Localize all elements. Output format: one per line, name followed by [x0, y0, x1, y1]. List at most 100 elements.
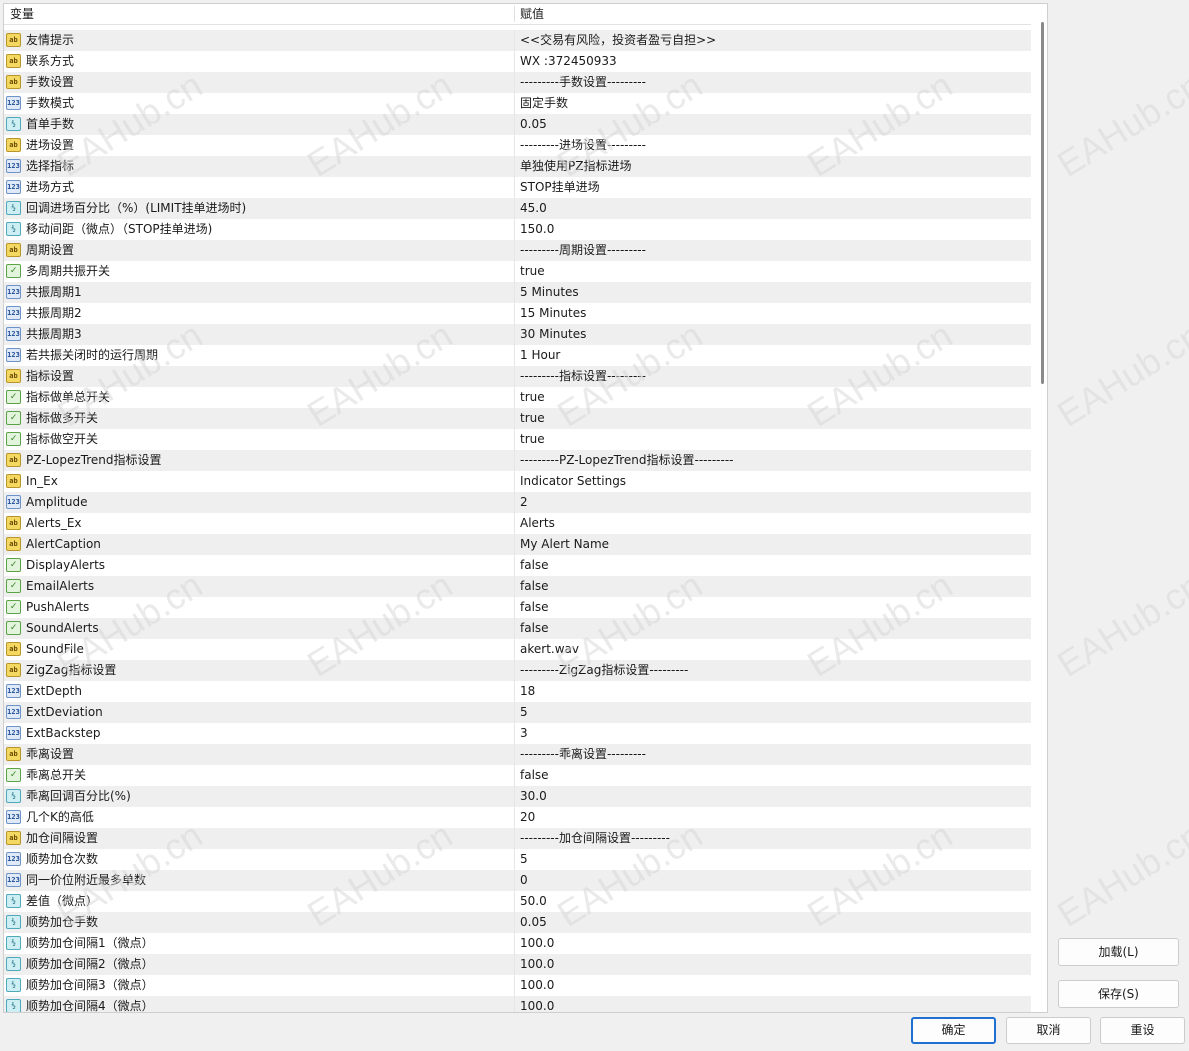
table-row[interactable]: 123 进场方式 STOP挂单进场: [4, 177, 1031, 198]
table-row[interactable]: ab Alerts_Ex Alerts: [4, 513, 1031, 534]
variable-value[interactable]: 100.0: [520, 933, 554, 954]
variable-value[interactable]: 20: [520, 807, 535, 828]
table-row[interactable]: 123 ExtBackstep 3: [4, 723, 1031, 744]
variable-value[interactable]: ---------PZ-LopezTrend指标设置---------: [520, 450, 733, 471]
table-row[interactable]: ✓ EmailAlerts false: [4, 576, 1031, 597]
table-row[interactable]: ✓ 多周期共振开关 true: [4, 261, 1031, 282]
variable-value[interactable]: 50.0: [520, 891, 547, 912]
variable-value[interactable]: true: [520, 261, 545, 282]
table-row[interactable]: 123 共振周期3 30 Minutes: [4, 324, 1031, 345]
table-row[interactable]: ½ 差值（微点） 50.0: [4, 891, 1031, 912]
table-row[interactable]: ½ 顺势加仓间隔4（微点） 100.0: [4, 996, 1031, 1012]
variable-value[interactable]: Indicator Settings: [520, 471, 626, 492]
table-row[interactable]: ab AlertCaption My Alert Name: [4, 534, 1031, 555]
table-row[interactable]: ab In_Ex Indicator Settings: [4, 471, 1031, 492]
column-header-variable[interactable]: 变量: [10, 4, 34, 24]
table-row[interactable]: ✓ 指标做单总开关 true: [4, 387, 1031, 408]
table-row[interactable]: ab 联系方式 WX :372450933: [4, 51, 1031, 72]
table-row[interactable]: ½ 回调进场百分比（%）(LIMIT挂单进场时) 45.0: [4, 198, 1031, 219]
table-row[interactable]: 123 同一价位附近最多单数 0: [4, 870, 1031, 891]
variable-value[interactable]: false: [520, 618, 549, 639]
variable-value[interactable]: 100.0: [520, 996, 554, 1012]
table-row[interactable]: 123 ExtDeviation 5: [4, 702, 1031, 723]
table-row[interactable]: ab 进场设置 ---------进场设置---------: [4, 135, 1031, 156]
table-row[interactable]: ½ 顺势加仓间隔3（微点） 100.0: [4, 975, 1031, 996]
variable-value[interactable]: ---------手数设置---------: [520, 72, 646, 93]
variable-value[interactable]: 0: [520, 870, 528, 891]
table-row[interactable]: ½ 顺势加仓手数 0.05: [4, 912, 1031, 933]
table-row[interactable]: ½ 移动间距（微点）（STOP挂单进场) 150.0: [4, 219, 1031, 240]
variable-value[interactable]: 30 Minutes: [520, 324, 586, 345]
variable-value[interactable]: akert.wav: [520, 639, 579, 660]
variable-value[interactable]: true: [520, 429, 545, 450]
table-row[interactable]: ✓ 指标做空开关 true: [4, 429, 1031, 450]
table-row[interactable]: ✓ SoundAlerts false: [4, 618, 1031, 639]
table-row[interactable]: ab SoundFile akert.wav: [4, 639, 1031, 660]
variable-value[interactable]: ---------乖离设置---------: [520, 744, 646, 765]
table-row[interactable]: ✓ 乖离总开关 false: [4, 765, 1031, 786]
variable-value[interactable]: ---------ZigZag指标设置---------: [520, 660, 688, 681]
variable-value[interactable]: 5: [520, 849, 528, 870]
variable-value[interactable]: ---------进场设置---------: [520, 135, 646, 156]
variable-value[interactable]: false: [520, 555, 549, 576]
variable-value[interactable]: 45.0: [520, 198, 547, 219]
variable-value[interactable]: STOP挂单进场: [520, 177, 600, 198]
reset-button[interactable]: 重设: [1100, 1017, 1185, 1044]
table-row[interactable]: ½ 顺势加仓间隔2（微点） 100.0: [4, 954, 1031, 975]
variable-value[interactable]: ---------加仓间隔设置---------: [520, 828, 670, 849]
variable-value[interactable]: false: [520, 576, 549, 597]
save-button[interactable]: 保存(S): [1058, 980, 1179, 1008]
variable-value[interactable]: ---------周期设置---------: [520, 240, 646, 261]
table-row[interactable]: 123 ExtDepth 18: [4, 681, 1031, 702]
variable-value[interactable]: 0.05: [520, 912, 547, 933]
table-row[interactable]: ab 指标设置 ---------指标设置---------: [4, 366, 1031, 387]
inputs-grid[interactable]: 变量 赋值 ab 友情提示 <<交易有风险，投资者盈亏自担>> ab 联系方式 WX :3…: [3, 3, 1048, 1013]
variable-value[interactable]: 100.0: [520, 954, 554, 975]
table-row[interactable]: 123 共振周期1 5 Minutes: [4, 282, 1031, 303]
variable-value[interactable]: ---------指标设置---------: [520, 366, 646, 387]
variable-value[interactable]: 0.05: [520, 114, 547, 135]
table-row[interactable]: ab 乖离设置 ---------乖离设置---------: [4, 744, 1031, 765]
scrollbar-thumb[interactable]: [1041, 22, 1044, 384]
table-row[interactable]: ✓ PushAlerts false: [4, 597, 1031, 618]
variable-value[interactable]: My Alert Name: [520, 534, 609, 555]
table-row[interactable]: 123 选择指标 单独使用PZ指标进场: [4, 156, 1031, 177]
table-row[interactable]: ½ 乖离回调百分比(%) 30.0: [4, 786, 1031, 807]
table-row[interactable]: ab ZigZag指标设置 ---------ZigZag指标设置---------: [4, 660, 1031, 681]
variable-value[interactable]: 单独使用PZ指标进场: [520, 156, 631, 177]
table-row[interactable]: ab PZ-LopezTrend指标设置 ---------PZ-LopezTren…: [4, 450, 1031, 471]
ok-button[interactable]: 确定: [911, 1017, 996, 1044]
variable-value[interactable]: 18: [520, 681, 535, 702]
table-row[interactable]: 123 顺势加仓次数 5: [4, 849, 1031, 870]
table-row[interactable]: 123 几个K的高低 20: [4, 807, 1031, 828]
cancel-button[interactable]: 取消: [1006, 1017, 1091, 1044]
variable-value[interactable]: Alerts: [520, 513, 555, 534]
table-row[interactable]: ✓ DisplayAlerts false: [4, 555, 1031, 576]
column-header-value[interactable]: 赋值: [520, 4, 544, 24]
variable-value[interactable]: WX :372450933: [520, 51, 617, 72]
variable-value[interactable]: 3: [520, 723, 528, 744]
variable-value[interactable]: 5 Minutes: [520, 282, 579, 303]
table-row[interactable]: 123 Amplitude 2: [4, 492, 1031, 513]
load-button[interactable]: 加载(L): [1058, 938, 1179, 966]
table-row[interactable]: ab 友情提示 <<交易有风险，投资者盈亏自担>>: [4, 30, 1031, 51]
table-row[interactable]: 123 若共振关闭时的运行周期 1 Hour: [4, 345, 1031, 366]
table-row[interactable]: 123 共振周期2 15 Minutes: [4, 303, 1031, 324]
variable-value[interactable]: true: [520, 387, 545, 408]
variable-value[interactable]: 1 Hour: [520, 345, 560, 366]
table-row[interactable]: ✓ 指标做多开关 true: [4, 408, 1031, 429]
variable-value[interactable]: 固定手数: [520, 93, 568, 114]
variable-value[interactable]: 5: [520, 702, 528, 723]
table-row[interactable]: ½ 顺势加仓间隔1（微点） 100.0: [4, 933, 1031, 954]
variable-value[interactable]: 100.0: [520, 975, 554, 996]
table-row[interactable]: ab 手数设置 ---------手数设置---------: [4, 72, 1031, 93]
variable-value[interactable]: 150.0: [520, 219, 554, 240]
variable-value[interactable]: 15 Minutes: [520, 303, 586, 324]
variable-value[interactable]: false: [520, 597, 549, 618]
variable-value[interactable]: true: [520, 408, 545, 429]
table-row[interactable]: ab 加仓间隔设置 ---------加仓间隔设置---------: [4, 828, 1031, 849]
variable-value[interactable]: 30.0: [520, 786, 547, 807]
table-row[interactable]: ab 周期设置 ---------周期设置---------: [4, 240, 1031, 261]
variable-value[interactable]: <<交易有风险，投资者盈亏自担>>: [520, 30, 716, 51]
variable-value[interactable]: 2: [520, 492, 528, 513]
